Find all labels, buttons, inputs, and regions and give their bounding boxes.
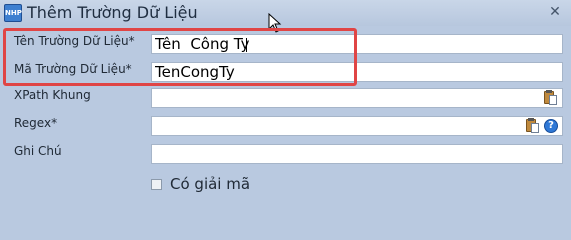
note-input-box[interactable] xyxy=(151,144,563,164)
field-name-label: Tên Trường Dữ Liệu* xyxy=(14,34,135,48)
field-code-input-box[interactable] xyxy=(151,62,563,82)
add-data-field-dialog: NHP Thêm Trường Dữ Liệu ✕ Tên Trường Dữ … xyxy=(0,0,571,207)
title-bar: NHP Thêm Trường Dữ Liệu ✕ xyxy=(0,0,571,26)
help-icon[interactable]: ? xyxy=(543,118,559,134)
text-cursor xyxy=(246,38,247,52)
paste-icon[interactable] xyxy=(542,90,558,106)
note-label: Ghi Chú xyxy=(14,144,62,158)
decode-checkbox[interactable] xyxy=(151,179,162,190)
paste-icon[interactable] xyxy=(524,118,540,134)
field-code-input[interactable] xyxy=(152,63,562,81)
field-name-input[interactable] xyxy=(152,35,562,53)
regex-input-box[interactable]: ? xyxy=(151,116,563,136)
note-input[interactable] xyxy=(152,145,562,163)
dialog-title: Thêm Trường Dữ Liệu xyxy=(27,3,198,22)
regex-label: Regex* xyxy=(14,116,58,130)
regex-input[interactable] xyxy=(152,117,562,135)
mouse-cursor-icon xyxy=(268,13,282,33)
decode-checkbox-label[interactable]: Có giải mã xyxy=(170,175,250,193)
app-icon: NHP xyxy=(4,4,22,22)
xpath-frame-input[interactable] xyxy=(152,89,562,107)
field-code-label: Mã Trường Dữ Liệu* xyxy=(14,62,132,76)
close-icon[interactable]: ✕ xyxy=(548,5,562,19)
field-name-input-box[interactable] xyxy=(151,34,563,54)
xpath-frame-input-box[interactable] xyxy=(151,88,563,108)
xpath-frame-label: XPath Khung xyxy=(14,88,91,102)
